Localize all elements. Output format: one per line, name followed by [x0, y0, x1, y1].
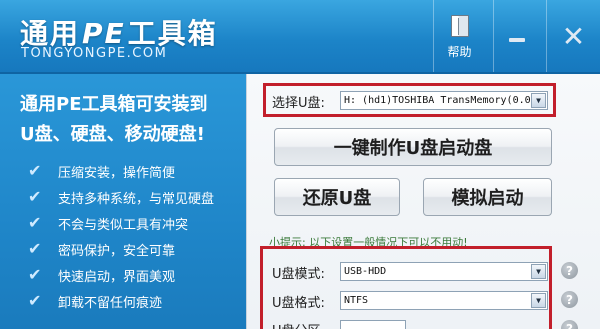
settings-highlight: [260, 246, 552, 329]
help-icon[interactable]: ?: [561, 291, 578, 308]
format-label: U盘格式:: [272, 296, 325, 311]
chevron-down-icon: ▼: [531, 293, 546, 308]
feature-item: ✔ 快速启动，界面美观: [28, 265, 176, 285]
feature-panel: 通用PE工具箱可安装到 U盘、硬盘、移动硬盘! ✔ 压缩安装，操作简便 ✔ 支持多种…: [0, 74, 246, 329]
minimize-button[interactable]: [493, 0, 540, 74]
restore-drive-button[interactable]: 还原U盘: [274, 178, 400, 216]
check-icon: ✔: [28, 265, 42, 284]
chevron-down-icon: ▼: [531, 264, 546, 279]
close-icon: ✕: [561, 20, 586, 53]
check-icon: ✔: [28, 161, 42, 180]
check-icon: ✔: [28, 213, 42, 232]
help-icon[interactable]: ?: [561, 262, 578, 279]
simulate-boot-button[interactable]: 模拟启动: [423, 178, 552, 216]
drive-select[interactable]: H: (hd1)TOSHIBA TransMemory(0.07 ▼: [340, 91, 548, 110]
drive-select-label: 选择U盘:: [272, 96, 325, 111]
feature-item: ✔ 支持多种系统，与常见硬盘: [28, 187, 215, 207]
check-icon: ✔: [28, 187, 42, 206]
feature-item: ✔ 卸载不留任何痕迹: [28, 291, 163, 311]
title-bar: 通用PE工具箱 TONGYONGPE.COM 帮助 ✕: [0, 0, 600, 74]
feature-headline: 通用PE工具箱可安装到 U盘、硬盘、移动硬盘!: [20, 94, 208, 145]
chevron-down-icon: ▼: [531, 93, 546, 108]
mode-label: U盘模式:: [272, 267, 325, 282]
mode-select[interactable]: USB-HDD ▼: [340, 262, 548, 281]
check-icon: ✔: [28, 239, 42, 258]
close-button[interactable]: ✕: [546, 0, 600, 74]
partition-select[interactable]: [340, 320, 406, 329]
feature-item: ✔ 压缩安装，操作简便: [28, 161, 176, 181]
help-label: 帮助: [447, 44, 472, 59]
format-select[interactable]: NTFS ▼: [340, 291, 548, 310]
feature-item: ✔ 不会与类似工具有冲突: [28, 213, 189, 233]
feature-list: ✔ 压缩安装，操作简便 ✔ 支持多种系统，与常见硬盘 ✔ 不会与类似工具有冲突 ✔ 密码…: [28, 158, 214, 314]
feature-item: ✔ 密码保护，安全可靠: [28, 239, 176, 259]
help-button[interactable]: 帮助: [433, 0, 485, 74]
check-icon: ✔: [28, 291, 42, 310]
book-icon: [450, 14, 469, 37]
help-icon[interactable]: ?: [561, 320, 578, 329]
app-subtitle: TONGYONGPE.COM: [21, 46, 168, 61]
settings-panel: 选择U盘: H: (hd1)TOSHIBA TransMemory(0.07 ▼…: [246, 74, 600, 329]
partition-label: U盘分区: [272, 320, 321, 329]
minimize-icon: [509, 38, 525, 42]
make-boot-disk-button[interactable]: 一键制作U盘启动盘: [274, 128, 552, 166]
